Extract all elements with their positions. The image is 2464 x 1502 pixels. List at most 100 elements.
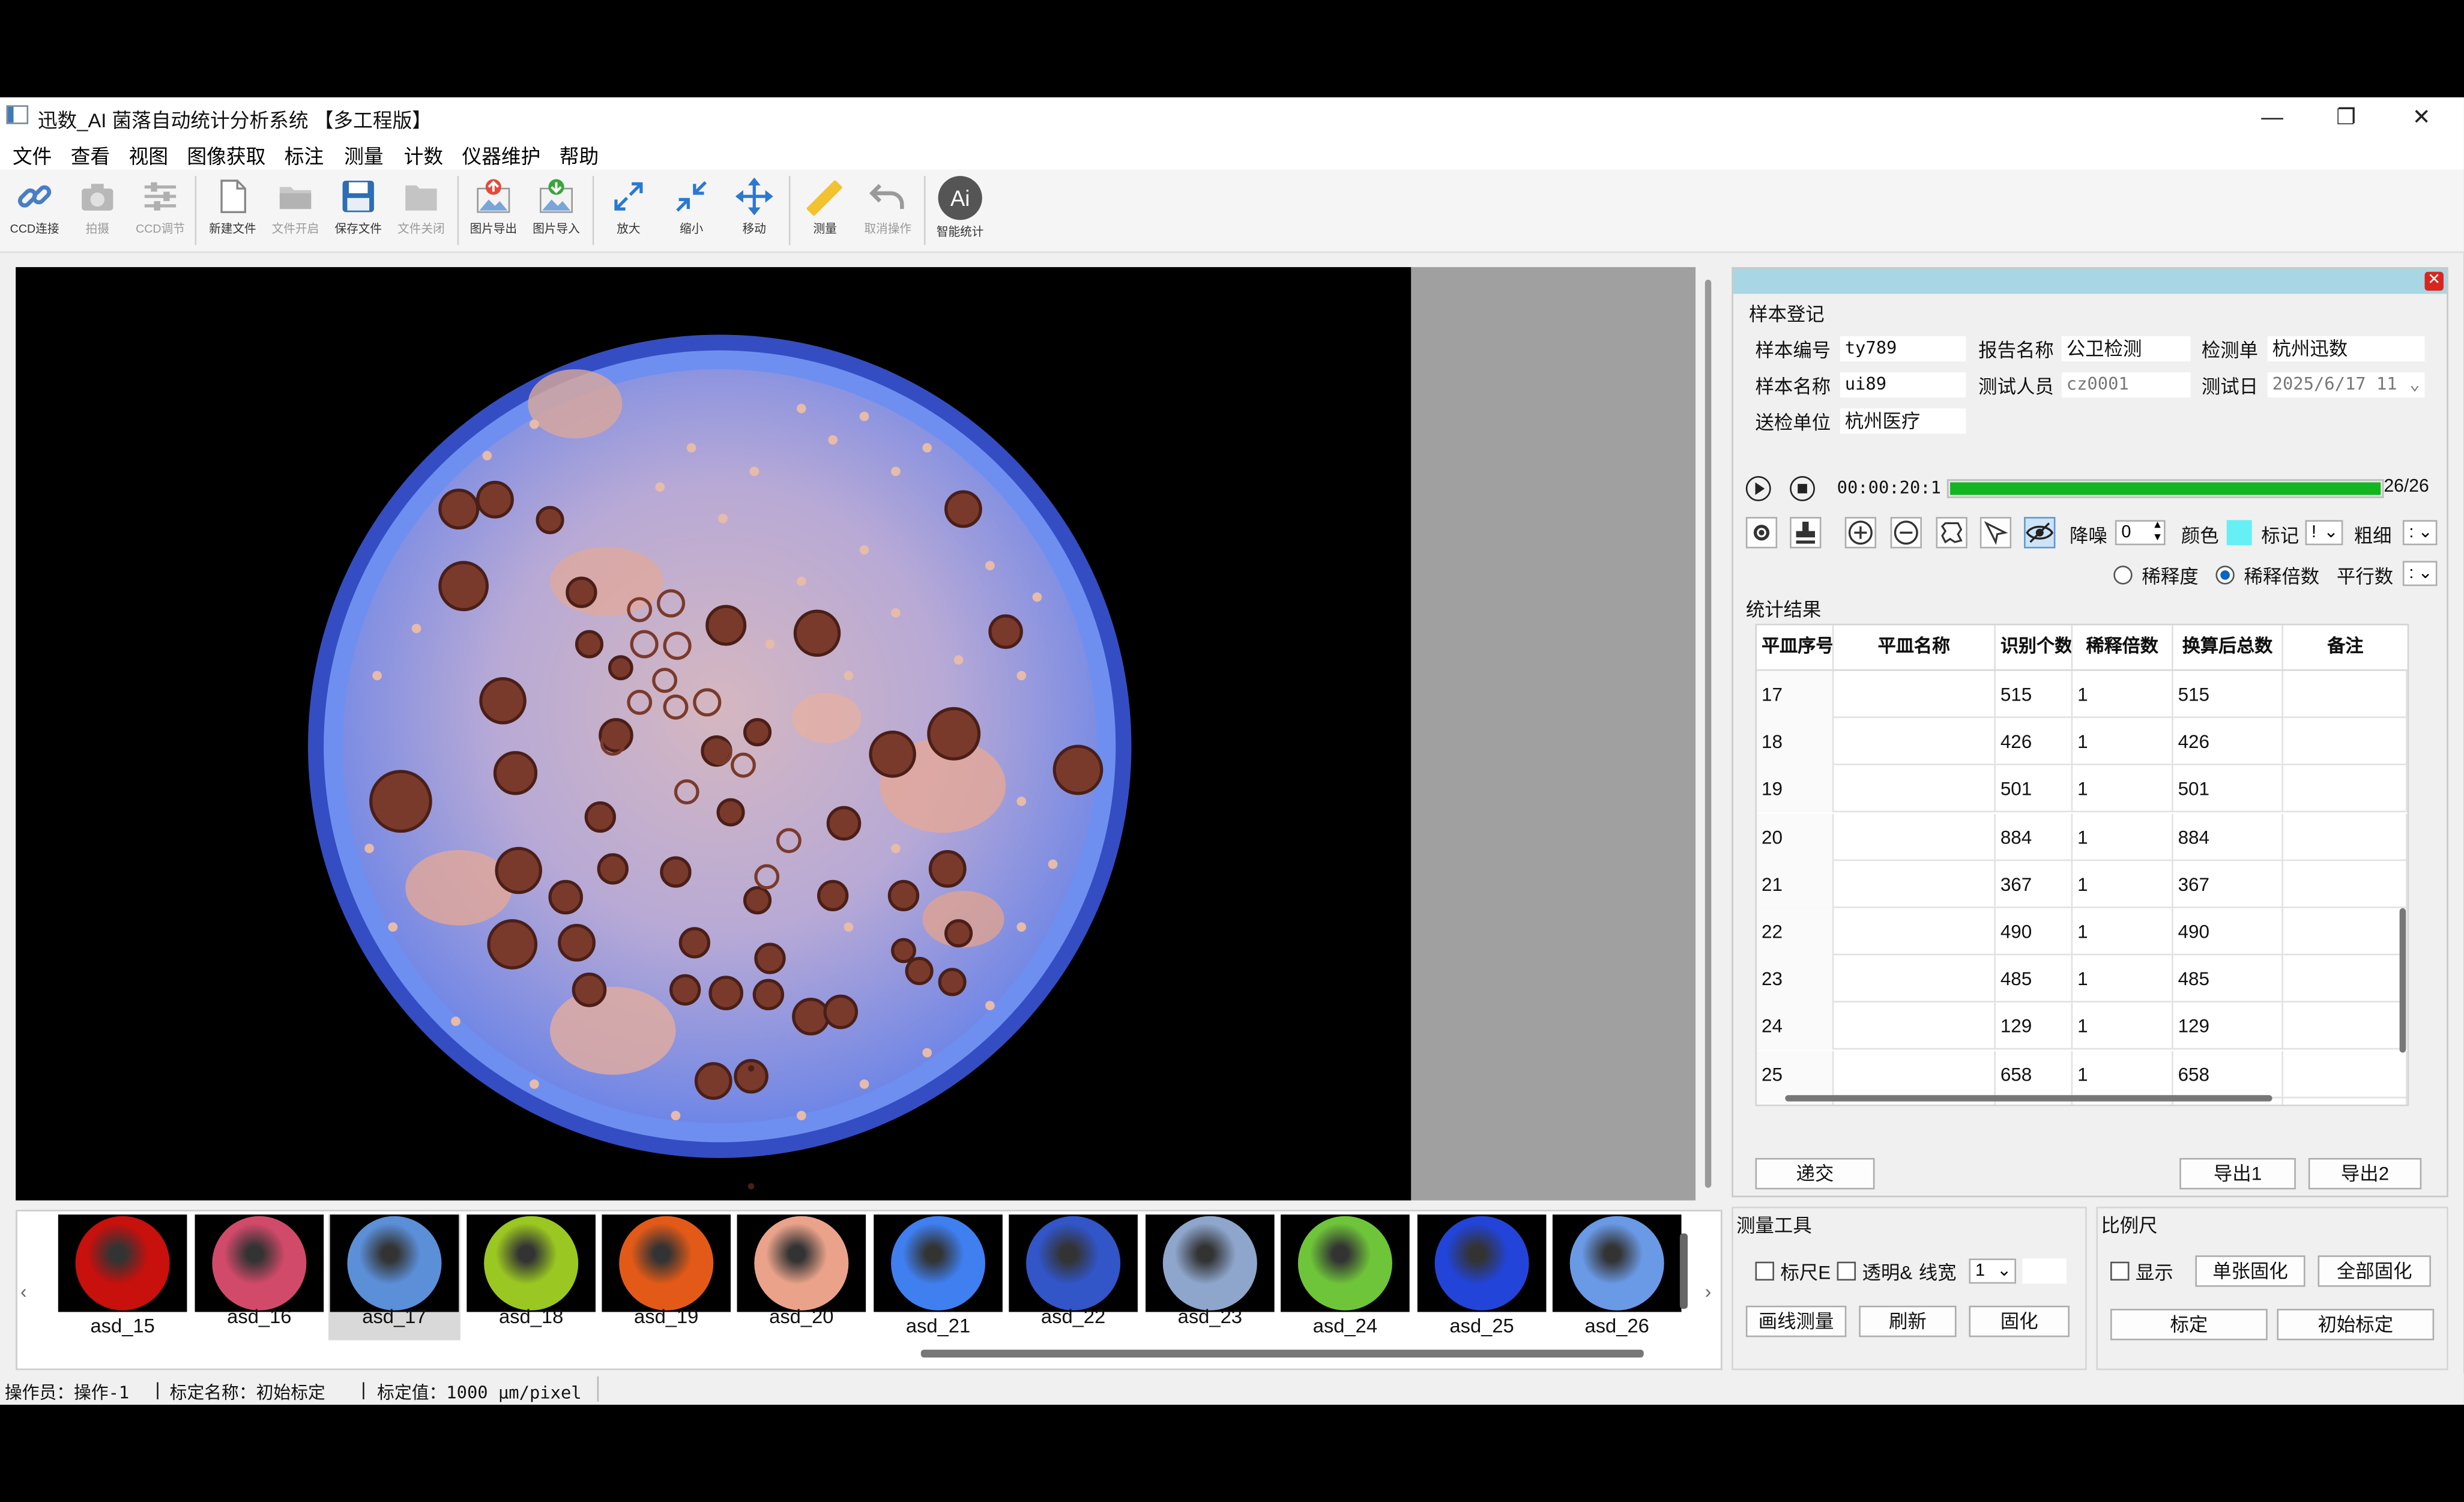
zoom-out-button[interactable]: 缩小 xyxy=(660,176,723,237)
minimize-button[interactable]: — xyxy=(2241,101,2304,132)
test-date-field[interactable]: 2025/6/17 11 ⌄ xyxy=(2267,372,2425,398)
refresh-button[interactable]: 刷新 xyxy=(1859,1305,1957,1338)
ccd-adjust-button[interactable]: CCD调节 xyxy=(129,176,192,237)
transparent-checkbox[interactable] xyxy=(1837,1261,1856,1281)
scrollbar-thumb[interactable] xyxy=(1705,279,1712,1188)
thumbnail-item[interactable]: asd_17 xyxy=(328,1214,460,1341)
move-button[interactable]: 移动 xyxy=(723,176,786,237)
table-row[interactable]: 24 129 1 129 xyxy=(1757,1003,2408,1051)
add-button[interactable] xyxy=(1844,517,1877,549)
draw-line-button[interactable]: 画线测量 xyxy=(1745,1305,1847,1338)
play-icon[interactable] xyxy=(1745,476,1771,501)
sender-field[interactable]: 杭州医疗 xyxy=(1840,408,1966,434)
viewer-scrollbar[interactable] xyxy=(1699,267,1720,1201)
menu-window[interactable]: 视图 xyxy=(129,140,168,170)
thumbnail-item[interactable]: asd_23 xyxy=(1144,1214,1276,1340)
table-row[interactable]: 21 367 1 367 xyxy=(1757,860,2408,908)
thumb-hscroll[interactable] xyxy=(920,1350,1644,1358)
zoom-in-button[interactable]: 放大 xyxy=(597,176,660,237)
panel-close-icon[interactable]: ✕ xyxy=(2424,271,2444,291)
thumbnail-item[interactable]: asd_15 xyxy=(56,1214,189,1340)
toggle-visibility-button[interactable] xyxy=(2024,517,2056,549)
parallel-dropdown[interactable]: : ⌄ xyxy=(2402,561,2438,587)
table-row[interactable]: 23 485 1 485 xyxy=(1757,955,2408,1003)
linewidth-dropdown[interactable]: 1 ⌄ xyxy=(1969,1258,2016,1284)
report-name-field[interactable]: 公卫检测 xyxy=(2061,336,2191,361)
menu-measure[interactable]: 测量 xyxy=(344,140,383,170)
remove-button[interactable] xyxy=(1890,517,1922,549)
capture-button[interactable]: 拍摄 xyxy=(66,176,129,237)
select-button[interactable] xyxy=(1979,517,2012,549)
submit-button[interactable]: 递交 xyxy=(1755,1157,1875,1190)
col-remark[interactable]: 备注 xyxy=(2283,626,2408,669)
table-row[interactable]: 25 658 1 658 xyxy=(1757,1050,2408,1098)
thumbnail-item[interactable]: asd_24 xyxy=(1279,1214,1411,1340)
dilution-factor-radio[interactable] xyxy=(2215,566,2235,585)
export1-button[interactable]: 导出1 xyxy=(2179,1157,2296,1190)
thumbnail-item[interactable]: asd_21 xyxy=(872,1214,1004,1340)
stop-icon[interactable] xyxy=(1790,476,1815,501)
menu-view[interactable]: 查看 xyxy=(71,140,110,170)
stamp-button[interactable] xyxy=(1790,517,1822,549)
outline-button[interactable] xyxy=(1936,517,1967,549)
table-row[interactable]: 22 490 1 490 xyxy=(1757,908,2408,956)
menu-count[interactable]: 计数 xyxy=(404,140,443,170)
table-row[interactable]: 18 426 1 426 xyxy=(1757,718,2408,766)
ccd-connect-button[interactable]: CCD连接 xyxy=(3,176,66,237)
close-button[interactable]: ✕ xyxy=(2390,101,2453,132)
thumbnail-item[interactable]: asd_18 xyxy=(465,1214,597,1340)
col-plate-name[interactable]: 平皿名称 xyxy=(1834,625,1996,669)
dilution-radio[interactable] xyxy=(2113,566,2133,585)
denoise-spinner[interactable]: 0 ▴ ▾ xyxy=(2115,517,2166,546)
line-color-swatch[interactable] xyxy=(2022,1258,2067,1284)
thickness-dropdown[interactable]: : ⌄ xyxy=(2402,520,2438,546)
close-file-button[interactable]: 文件关闭 xyxy=(390,176,453,237)
show-scale-checkbox[interactable] xyxy=(2110,1261,2130,1281)
open-file-button[interactable]: 文件开启 xyxy=(264,176,327,237)
tester-field[interactable]: cz0001 xyxy=(2061,372,2191,398)
scroll-right-icon[interactable]: › xyxy=(1705,1280,1711,1303)
thumbnail-item[interactable]: asd_25 xyxy=(1416,1214,1548,1340)
fix-button[interactable]: 固化 xyxy=(1969,1305,2070,1338)
thumbnail-item[interactable]: asd_26 xyxy=(1551,1214,1683,1340)
col-count[interactable]: 识别个数 xyxy=(1996,625,2073,669)
undo-button[interactable]: 取消操作 xyxy=(856,176,919,237)
export2-button[interactable]: 导出2 xyxy=(2308,1157,2422,1190)
table-hscroll[interactable] xyxy=(1785,1095,2272,1102)
test-unit-field[interactable]: 杭州迅数 xyxy=(2267,336,2425,361)
measure-button[interactable]: 测量 xyxy=(794,176,857,237)
col-plate-no[interactable]: 平皿序号 xyxy=(1757,625,1834,669)
calibrate-button[interactable]: 标定 xyxy=(2110,1309,2268,1341)
save-file-button[interactable]: 保存文件 xyxy=(327,176,390,237)
scroll-left-icon[interactable]: ‹ xyxy=(20,1280,26,1303)
table-row[interactable]: 19 501 1 501 xyxy=(1757,765,2408,813)
initial-calibrate-button[interactable]: 初始标定 xyxy=(2277,1309,2435,1341)
thumb-vscroll[interactable] xyxy=(1679,1233,1688,1309)
menu-maintenance[interactable]: 仪器维护 xyxy=(462,140,540,170)
import-image-button[interactable]: 图片导入 xyxy=(525,176,588,237)
smart-count-button[interactable]: Ai 智能统计 xyxy=(929,176,992,240)
restore-button[interactable]: ❐ xyxy=(2315,101,2378,132)
image-viewer[interactable] xyxy=(16,267,1412,1201)
menu-image-acquire[interactable]: 图像获取 xyxy=(187,140,265,170)
menu-help[interactable]: 帮助 xyxy=(560,140,599,170)
thumbnail-item[interactable]: asd_22 xyxy=(1007,1214,1140,1340)
sample-no-field[interactable]: ty789 xyxy=(1840,336,1966,361)
thumbnail-item[interactable]: asd_19 xyxy=(600,1214,732,1340)
ruler-checkbox[interactable] xyxy=(1755,1261,1774,1281)
export-image-button[interactable]: 图片导出 xyxy=(462,176,525,237)
thumbnail-item[interactable]: asd_16 xyxy=(193,1214,325,1340)
table-row[interactable]: 17 515 1 515 xyxy=(1757,671,2408,719)
thumbnail-item[interactable]: asd_20 xyxy=(735,1214,868,1340)
table-vscroll[interactable] xyxy=(2399,908,2406,1053)
menu-file[interactable]: 文件 xyxy=(13,140,52,170)
single-fix-button[interactable]: 单张固化 xyxy=(2195,1255,2305,1287)
sample-name-field[interactable]: ui89 xyxy=(1840,372,1966,398)
col-total[interactable]: 换算后总数 xyxy=(2173,625,2283,669)
color-swatch[interactable] xyxy=(2226,520,2252,546)
record-button[interactable] xyxy=(1745,517,1778,549)
new-file-button[interactable]: 新建文件 xyxy=(201,176,264,237)
mark-dropdown[interactable]: ! ⌄ xyxy=(2305,520,2343,546)
menu-annotate[interactable]: 标注 xyxy=(285,140,324,170)
col-dilution[interactable]: 稀释倍数 xyxy=(2073,625,2173,669)
